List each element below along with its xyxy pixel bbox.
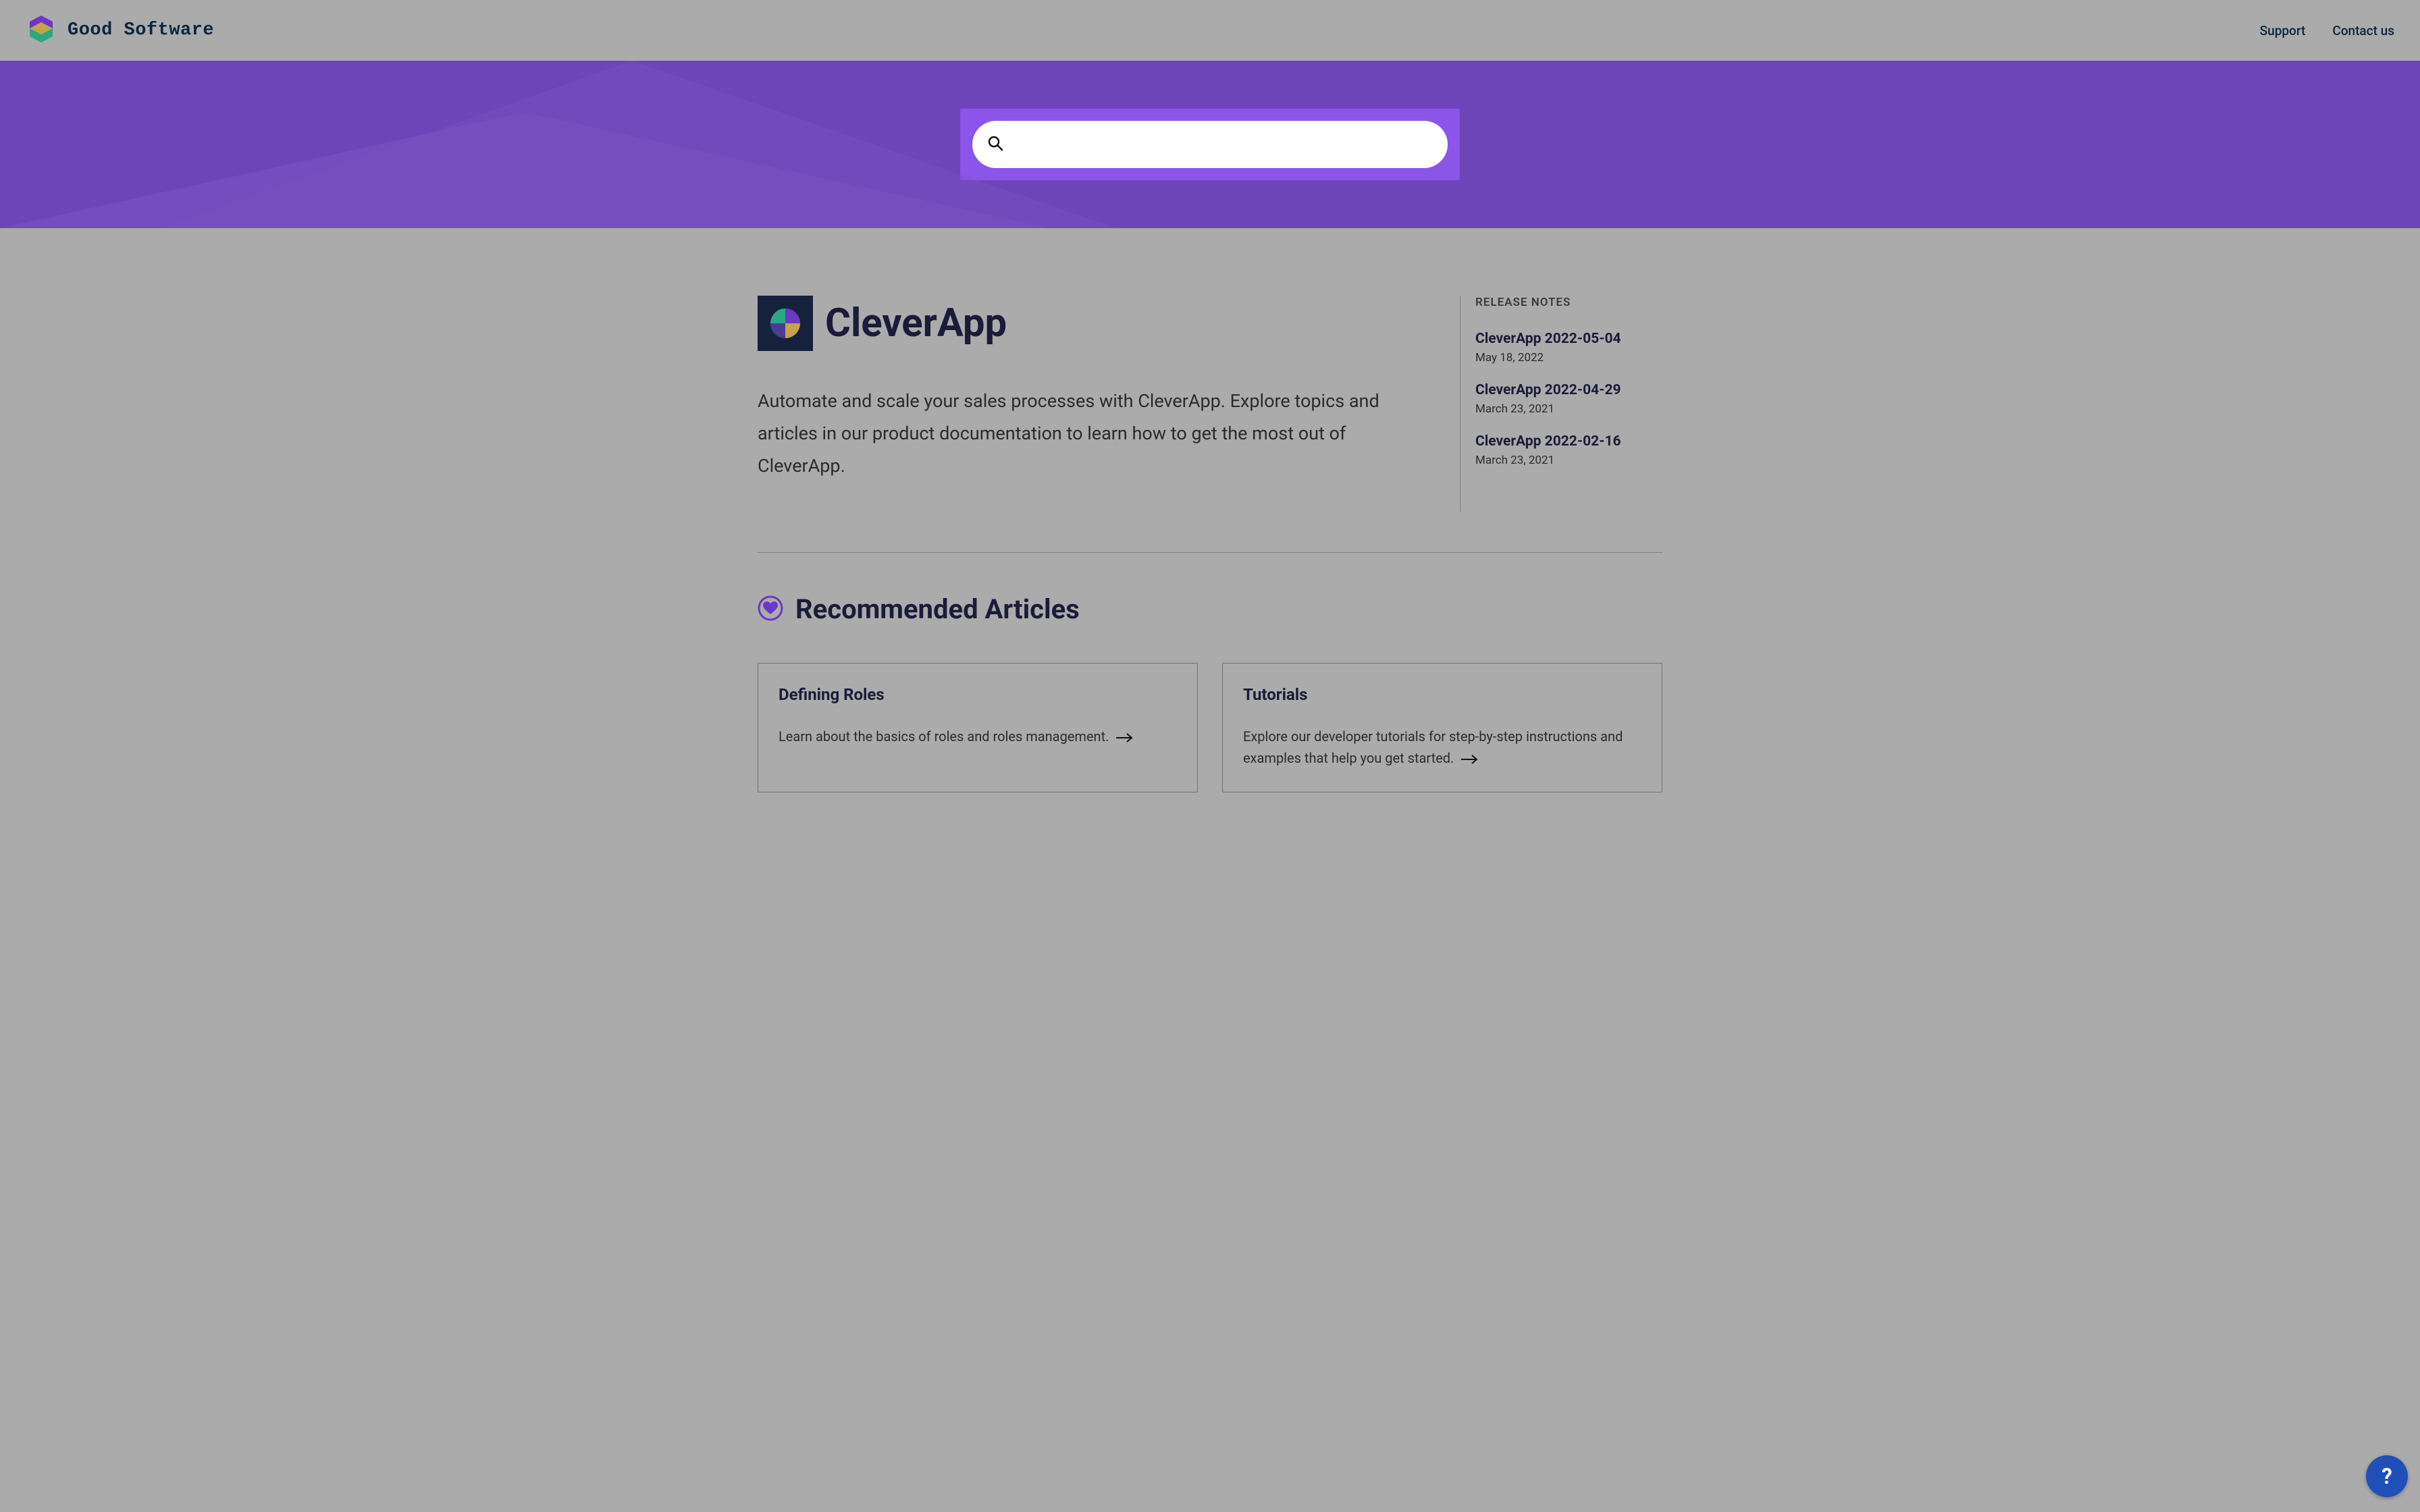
release-note-date: March 23, 2021 xyxy=(1475,454,1662,467)
main-column: CleverApp Automate and scale your sales … xyxy=(758,296,1433,512)
release-note-title: CleverApp 2022-05-04 xyxy=(1475,331,1662,347)
recommended-heading: Recommended Articles xyxy=(795,593,1080,625)
header: Good Software Support Contact us xyxy=(0,0,2420,61)
release-note-item[interactable]: CleverApp 2022-02-16 March 23, 2021 xyxy=(1475,433,1662,467)
divider xyxy=(758,552,1662,553)
release-note-item[interactable]: CleverApp 2022-04-29 March 23, 2021 xyxy=(1475,382,1662,416)
recommended-section: Recommended Articles Defining Roles Lear… xyxy=(758,593,1662,792)
header-links: Support Contact us xyxy=(2260,23,2394,38)
article-card-body: Learn about the basics of roles and role… xyxy=(779,726,1177,749)
article-card-text: Learn about the basics of roles and role… xyxy=(779,728,1109,745)
recommended-header: Recommended Articles xyxy=(758,593,1662,625)
help-icon: ? xyxy=(2382,1463,2392,1489)
release-note-title: CleverApp 2022-02-16 xyxy=(1475,433,1662,450)
release-note-date: March 23, 2021 xyxy=(1475,402,1662,416)
heart-icon xyxy=(758,595,783,624)
search-wrapper xyxy=(960,109,1460,180)
article-card-title: Defining Roles xyxy=(779,685,1177,704)
release-note-item[interactable]: CleverApp 2022-05-04 May 18, 2022 xyxy=(1475,331,1662,364)
recommended-cards: Defining Roles Learn about the basics of… xyxy=(758,663,1662,792)
article-card-title: Tutorials xyxy=(1243,685,1641,704)
help-button[interactable]: ? xyxy=(2366,1455,2408,1497)
brand-logo-icon xyxy=(26,14,57,47)
content-row: CleverApp Automate and scale your sales … xyxy=(758,228,1662,512)
nav-link-contact[interactable]: Contact us xyxy=(2332,23,2394,38)
product-icon xyxy=(758,296,813,351)
product-title: CleverApp xyxy=(825,300,1007,346)
brand-name: Good Software xyxy=(68,20,214,40)
article-card-text: Explore our developer tutorials for step… xyxy=(1243,728,1623,766)
product-description: Automate and scale your sales processes … xyxy=(758,385,1426,482)
search-input[interactable] xyxy=(1011,137,1433,153)
arrow-right-icon xyxy=(1116,727,1134,749)
release-notes-aside: RELEASE NOTES CleverApp 2022-05-04 May 1… xyxy=(1460,296,1662,512)
arrow-right-icon xyxy=(1461,749,1479,770)
article-card[interactable]: Tutorials Explore our developer tutorial… xyxy=(1222,663,1662,792)
release-notes-heading: RELEASE NOTES xyxy=(1475,296,1662,309)
search-icon xyxy=(987,135,1003,154)
product-header: CleverApp xyxy=(758,296,1433,351)
release-note-date: May 18, 2022 xyxy=(1475,351,1662,364)
brand[interactable]: Good Software xyxy=(26,14,214,47)
search-box[interactable] xyxy=(972,121,1448,168)
article-card-body: Explore our developer tutorials for step… xyxy=(1243,726,1641,770)
nav-link-support[interactable]: Support xyxy=(2260,23,2306,38)
release-note-title: CleverApp 2022-04-29 xyxy=(1475,382,1662,398)
hero xyxy=(0,61,2420,228)
article-card[interactable]: Defining Roles Learn about the basics of… xyxy=(758,663,1198,792)
